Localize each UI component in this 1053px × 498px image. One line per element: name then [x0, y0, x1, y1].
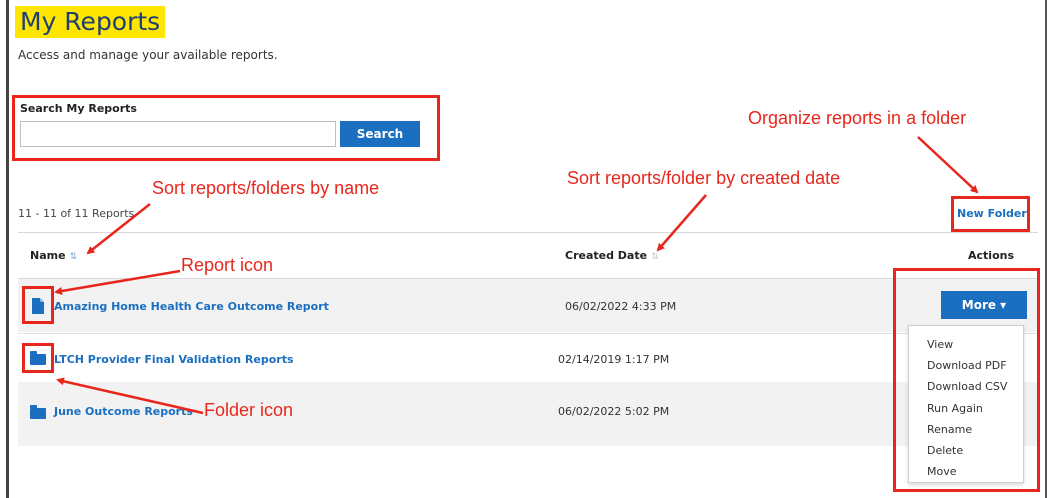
annotation-arrows [54, 136, 979, 415]
arrow-to-folder-icon [56, 377, 204, 415]
arrow-to-new-folder [917, 136, 979, 194]
arrow-to-date-sort [656, 194, 707, 252]
arrow-to-name-sort [86, 203, 151, 255]
arrow-to-report-icon [54, 269, 181, 295]
